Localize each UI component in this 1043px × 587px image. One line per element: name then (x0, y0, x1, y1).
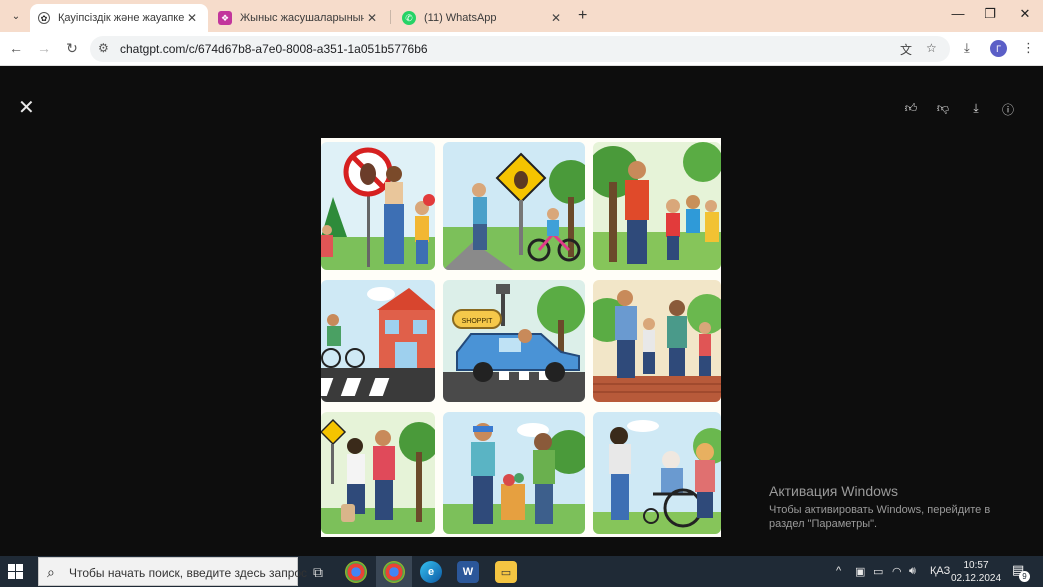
wifi-icon[interactable]: ◠ (892, 565, 902, 578)
language-indicator[interactable]: ҚАЗ (930, 565, 950, 577)
word-icon[interactable]: W (457, 561, 479, 583)
thumbs-down-icon[interactable]: 👎︎ (935, 101, 951, 116)
search-icon: ⌕ (47, 564, 55, 580)
activation-title: Активация Windows (769, 483, 899, 499)
panel-crossing-guard (593, 142, 721, 270)
new-tab-button[interactable]: + (578, 7, 587, 25)
meet-now-icon[interactable]: ▣ (855, 565, 865, 578)
tab-close-icon[interactable]: ✕ (548, 11, 564, 25)
close-viewer-button[interactable]: ✕ (18, 98, 35, 118)
sign-text: SHOPPIT (462, 318, 493, 325)
tab-close-icon[interactable]: ✕ (364, 11, 380, 25)
notification-count-badge: 9 (1019, 571, 1030, 582)
reload-button[interactable]: ↻ (62, 40, 82, 57)
windows-activation-watermark: Активация Windows Чтобы активировать Win… (769, 483, 1019, 531)
address-bar[interactable]: ⚙ chatgpt.com/c/674d67b8-a7e0-8008-a351-… (90, 36, 950, 62)
menu-kebab-icon[interactable]: ⋮ (1022, 40, 1035, 56)
site-settings-icon[interactable]: ⚙ (98, 41, 109, 55)
wheelchair-scene (593, 420, 721, 534)
file-explorer-icon[interactable]: ▭ (495, 561, 517, 583)
panel-car-crosswalk: SHOPPIT (443, 280, 585, 402)
tab-title: Қауіпсіздік және жауапкершіл... (58, 12, 184, 24)
translate-icon[interactable]: 文 (900, 41, 912, 58)
volume-icon[interactable]: 🔊︎ (909, 565, 916, 578)
app-icon: ❖ (218, 11, 232, 25)
windows-start-icon[interactable] (8, 564, 24, 580)
panel-cleanup (443, 412, 585, 534)
tab-whatsapp[interactable]: ✆ (11) WhatsApp ✕ (394, 4, 572, 32)
close-window-button[interactable]: ✕ (1010, 6, 1040, 22)
chrome-icon[interactable] (345, 561, 367, 583)
panel-stop-sign (321, 142, 435, 270)
url-text: chatgpt.com/c/674d67b8-a7e0-8008-a351-1a… (120, 42, 428, 56)
downloads-icon[interactable]: ⤓ (964, 40, 970, 56)
cleanup-scene (443, 423, 585, 534)
panel-helping-up (321, 412, 435, 534)
image-viewer: ✕ 👍︎ 👎︎ ⤓ ⓘ SHOPPIT Активация Windows Чт… (0, 66, 1043, 556)
tab-separator (390, 10, 391, 24)
panel-warning-sign (443, 142, 585, 270)
back-button[interactable]: ← (6, 40, 26, 56)
tab-title: Жыныс жасушаларының қалы... (240, 12, 364, 24)
activation-text: Чтобы активировать Windows, перейдите в … (769, 504, 991, 530)
helping-up-scene (321, 418, 435, 534)
tab-strip: ⌄ ✿ Қауіпсіздік және жауапкершіл... ✕ ❖ … (0, 0, 1043, 32)
car-crosswalk-scene: SHOPPIT (443, 284, 585, 402)
panel-wheelchair (593, 412, 721, 534)
chrome-profile-icon[interactable] (383, 561, 405, 583)
show-hidden-icons-chevron-icon[interactable]: ^ (836, 565, 841, 577)
system-clock[interactable]: 10:57 02.12.2024 (950, 559, 1002, 585)
battery-icon[interactable]: ▭ (873, 565, 883, 578)
info-icon[interactable]: ⓘ (1000, 101, 1016, 118)
clock-date: 02.12.2024 (950, 573, 1002, 584)
panel-house-crosswalk (321, 280, 435, 402)
bookmark-star-icon[interactable]: ☆ (926, 41, 937, 55)
task-view-icon[interactable]: ⧉ (307, 561, 329, 583)
tab-close-icon[interactable]: ✕ (184, 11, 200, 25)
browser-toolbar: ← → ↻ ⚙ chatgpt.com/c/674d67b8-a7e0-8008… (0, 32, 1043, 66)
tab-search-chevron-icon[interactable]: ⌄ (6, 6, 26, 26)
restore-button[interactable]: ❐ (975, 6, 1005, 22)
crossing-guard-scene (593, 142, 721, 270)
download-icon[interactable]: ⤓ (968, 101, 984, 116)
house-crosswalk-scene (321, 287, 435, 402)
forward-button[interactable]: → (34, 40, 54, 56)
minimize-button[interactable]: — (943, 6, 973, 21)
search-placeholder: Чтобы начать поиск, введите здесь запрос (69, 566, 308, 580)
panel-family-walk (593, 280, 721, 402)
windows-taskbar: ⌕ Чтобы начать поиск, введите здесь запр… (0, 556, 1043, 587)
clock-time: 10:57 (963, 560, 989, 571)
edge-icon[interactable]: e (420, 561, 442, 583)
tab-second[interactable]: ❖ Жыныс жасушаларының қалы... ✕ (210, 4, 388, 32)
warning-sign-scene (443, 152, 585, 270)
generated-image: SHOPPIT (321, 138, 721, 537)
stop-sign-scene (321, 147, 435, 270)
chatgpt-icon: ✿ (38, 12, 50, 24)
whatsapp-icon: ✆ (402, 11, 416, 25)
family-walk-scene (593, 290, 721, 402)
taskbar-search-box[interactable]: ⌕ Чтобы начать поиск, введите здесь запр… (38, 557, 307, 586)
tab-title: (11) WhatsApp (424, 12, 497, 24)
profile-avatar[interactable]: Г (990, 40, 1007, 57)
thumbs-up-icon[interactable]: 👍︎ (903, 101, 919, 116)
tab-chatgpt[interactable]: ✿ Қауіпсіздік және жауапкершіл... ✕ (30, 4, 208, 32)
